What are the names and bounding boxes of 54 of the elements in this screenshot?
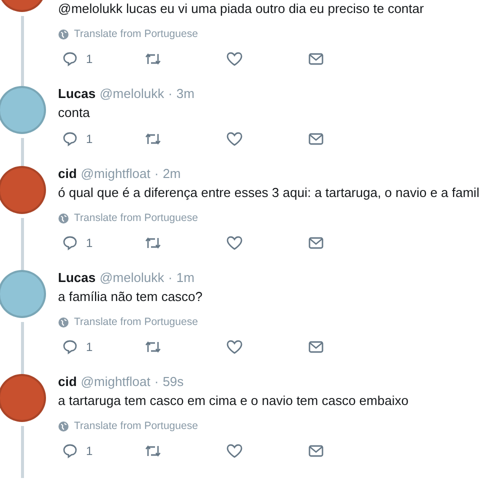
retweet-icon[interactable] xyxy=(144,51,162,67)
tweet-time: 59s xyxy=(162,374,184,390)
reply-count: 1 xyxy=(86,132,93,146)
mail-icon[interactable] xyxy=(308,444,324,458)
reply-count: 1 xyxy=(86,340,93,354)
separator-dot: · xyxy=(168,86,172,102)
separator-dot: · xyxy=(154,166,159,182)
avatar[interactable] xyxy=(0,270,46,318)
tweet-text: a tartaruga tem casco em cima e o navio tem casco embaixo xyxy=(58,392,410,410)
avatar[interactable] xyxy=(0,166,46,214)
heart-icon[interactable] xyxy=(226,443,243,459)
globe-icon xyxy=(58,420,69,432)
user-handle: @mightfloat xyxy=(80,374,150,390)
reply-count: 1 xyxy=(86,52,93,66)
reply-icon[interactable] xyxy=(62,131,78,147)
heart-icon[interactable] xyxy=(226,131,243,147)
avatar[interactable] xyxy=(0,374,46,422)
mail-icon[interactable] xyxy=(308,236,324,250)
user-name[interactable]: cid xyxy=(58,166,77,182)
reply-icon[interactable] xyxy=(62,51,78,67)
mail-icon[interactable] xyxy=(308,52,324,66)
avatar[interactable] xyxy=(0,86,46,134)
user-name[interactable]: cid xyxy=(58,374,77,390)
reply-icon[interactable] xyxy=(62,235,78,251)
retweet-icon[interactable] xyxy=(144,131,162,147)
tweet-text: conta xyxy=(58,104,91,122)
retweet-icon[interactable] xyxy=(144,235,162,251)
tweet-text: a família não tem casco? xyxy=(58,288,204,306)
heart-icon[interactable] xyxy=(226,51,243,67)
reply-icon[interactable] xyxy=(62,339,78,355)
tweet-time: 1m xyxy=(176,270,194,286)
user-handle: @melolukk xyxy=(100,86,164,102)
globe-icon xyxy=(58,28,69,40)
user-handle: @mightfloat xyxy=(80,166,150,182)
separator-dot: · xyxy=(168,270,172,286)
tweet-text: @melolukk lucas eu vi uma piada outro dia eu preciso te contar xyxy=(58,0,425,18)
tweet-time: 2m xyxy=(162,166,181,182)
user-name[interactable]: Lucas xyxy=(58,270,96,286)
tweet-time: 3m xyxy=(176,86,194,102)
retweet-icon[interactable] xyxy=(144,339,162,355)
heart-icon[interactable] xyxy=(226,339,243,355)
tweet-text: ó qual que é a diferença entre esses 3 aqui: a tartaruga, o navio e a famil xyxy=(58,184,480,202)
reply-icon[interactable] xyxy=(62,443,78,459)
heart-icon[interactable] xyxy=(226,235,243,251)
reply-count: 1 xyxy=(86,236,93,250)
reply-count: 1 xyxy=(86,444,93,458)
separator-dot: · xyxy=(154,374,159,390)
user-handle: @melolukk xyxy=(100,270,164,286)
retweet-icon[interactable] xyxy=(144,443,162,459)
globe-icon xyxy=(58,212,69,224)
mail-icon[interactable] xyxy=(308,132,324,146)
user-name[interactable]: Lucas xyxy=(58,86,96,102)
globe-icon xyxy=(58,316,69,328)
mail-icon[interactable] xyxy=(308,340,324,354)
